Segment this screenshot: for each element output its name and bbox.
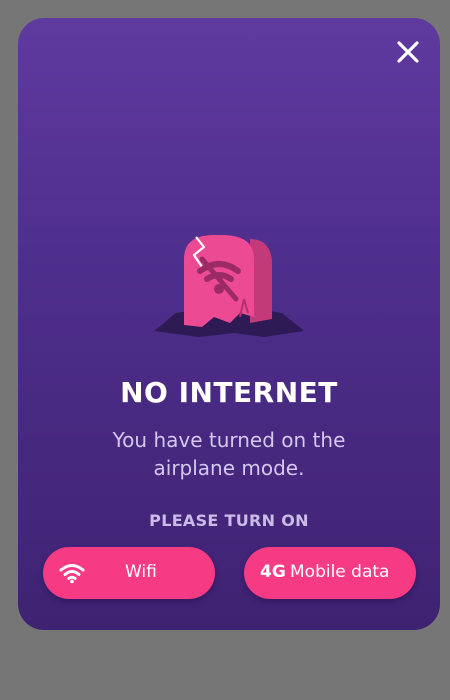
- wifi-button-label: Wifi: [125, 562, 157, 582]
- 4g-icon: 4G: [260, 562, 286, 582]
- turn-on-subtitle: PLEASE TURN ON: [149, 511, 309, 530]
- close-icon: [397, 41, 419, 63]
- wifi-button[interactable]: Wifi: [43, 547, 215, 599]
- wifi-icon: [59, 562, 85, 584]
- broken-tombstone-wifi-off-icon: [154, 235, 304, 337]
- dialog-message: You have turned on the airplane mode.: [112, 428, 346, 480]
- dialog-title: NO INTERNET: [120, 376, 338, 409]
- no-internet-dialog: NO INTERNET You have turned on the airpl…: [18, 18, 440, 630]
- broken-tombstone-illustration: [18, 213, 440, 363]
- mobile-data-button-label: Mobile data: [290, 562, 390, 582]
- mobile-data-button[interactable]: 4G Mobile data: [244, 547, 416, 599]
- close-button[interactable]: [394, 38, 422, 66]
